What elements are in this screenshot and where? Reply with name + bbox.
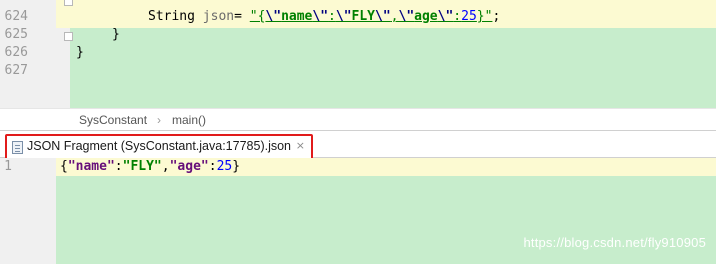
breadcrumb-item-method[interactable]: main() — [172, 113, 206, 127]
line-number: 1 — [4, 159, 12, 174]
line-number: 626 — [4, 45, 28, 60]
line-number: 624 — [4, 9, 28, 24]
tab-json-fragment[interactable]: JSON Fragment (SysConstant.java:17785).j… — [5, 134, 313, 160]
code-line-625[interactable]: } — [112, 26, 120, 44]
close-icon[interactable]: × — [296, 139, 305, 152]
breadcrumb-separator: › — [157, 113, 161, 127]
line-number-gutter: 624 625 626 627 — [0, 0, 56, 108]
fold-marker-icon[interactable] — [64, 32, 73, 41]
json-key: "name" — [67, 159, 115, 174]
type-keyword: String — [148, 9, 195, 24]
breadcrumb-item-class[interactable]: SysConstant — [79, 113, 147, 127]
breadcrumb: SysConstant › main() — [0, 108, 716, 130]
json-code-line[interactable]: {"name":"FLY","age":25} — [60, 158, 240, 176]
json-number-value: 25 — [216, 159, 233, 174]
fold-marker-icon[interactable] — [64, 0, 73, 6]
main-editor[interactable]: 624 625 626 627 String json= "{\"name\":… — [0, 0, 716, 108]
watermark: https://blog.csdn.net/fly910905 — [523, 235, 706, 250]
string-literal: "{\"name\":\"FLY\",\"age\":25}" — [249, 9, 493, 24]
json-file-icon — [12, 141, 23, 154]
json-string-value: "FLY" — [122, 159, 162, 174]
line-number: 627 — [4, 63, 28, 78]
line-number-gutter: 1 — [0, 158, 56, 264]
assignment: = — [234, 9, 250, 24]
code-line-624[interactable]: String json= "{\"name\":\"FLY\",\"age\":… — [148, 8, 500, 26]
line-number: 625 — [4, 27, 28, 42]
json-key: "age" — [169, 159, 209, 174]
tab-label: JSON Fragment (SysConstant.java:17785).j… — [27, 139, 292, 153]
code-line-626[interactable]: } — [76, 44, 84, 62]
editor-tab-bar: JSON Fragment (SysConstant.java:17785).j… — [0, 130, 716, 160]
variable-name: json — [202, 9, 235, 24]
semicolon: ; — [492, 9, 501, 24]
